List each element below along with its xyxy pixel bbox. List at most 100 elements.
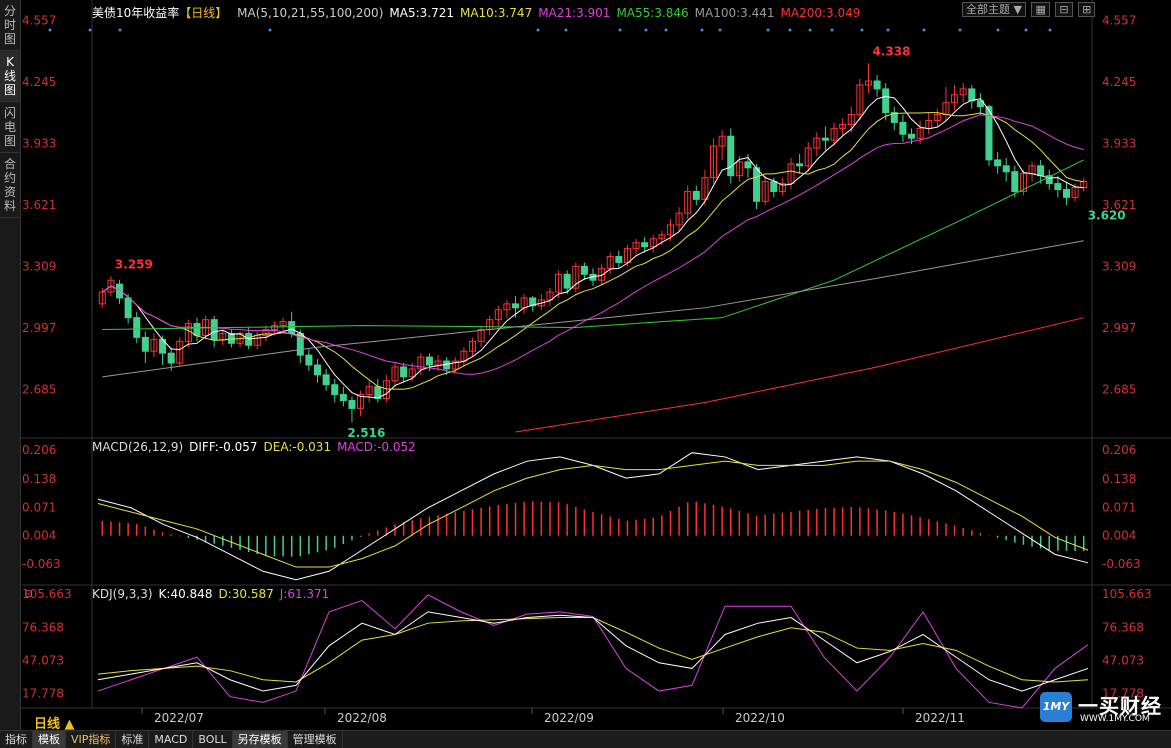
ma-line-ma55 xyxy=(102,159,1084,331)
event-marker xyxy=(808,28,812,32)
ma-legend-item: MA200:3.049 xyxy=(780,6,861,20)
ma-legend-item: MA21:3.901 xyxy=(538,6,611,20)
kdj-tick-right: 105.663 xyxy=(1102,587,1152,601)
price-tick-left: 2.997 xyxy=(22,321,56,335)
sidebar-tab-2[interactable]: 闪电图 xyxy=(0,102,20,153)
bottom-tab-6[interactable]: 另存模板 xyxy=(232,731,288,748)
event-marker xyxy=(958,28,962,32)
candle-body xyxy=(727,135,735,177)
price-tick-right: 4.245 xyxy=(1102,75,1136,89)
price-tick-right: 2.997 xyxy=(1102,321,1136,335)
minimize-icon[interactable]: ⊟ xyxy=(1055,2,1073,17)
candle-body xyxy=(899,121,907,135)
bottom-tab-5[interactable]: BOLL xyxy=(193,731,233,748)
candle-body xyxy=(1054,183,1062,190)
price-tick-left: 3.309 xyxy=(22,260,56,274)
ma-legend: 美债10年收益率【日线】 MA(5,10,21,55,100,200) MA5:3… xyxy=(92,4,872,21)
candle-body xyxy=(512,303,520,309)
candle-body xyxy=(314,364,322,376)
event-marker xyxy=(700,28,704,32)
candle-body xyxy=(770,181,778,192)
candle-body xyxy=(322,374,330,386)
event-marker xyxy=(788,28,792,32)
kdj-k: K:40.848 xyxy=(158,587,213,601)
instrument-title: 美债10年收益率 xyxy=(92,6,180,20)
candle-body xyxy=(210,319,218,340)
ma-line-ma200 xyxy=(515,317,1084,433)
event-marker xyxy=(88,28,92,32)
candle-body xyxy=(1002,165,1010,173)
candle-body xyxy=(994,159,1002,167)
candle-body xyxy=(305,354,313,366)
bottom-tab-4[interactable]: MACD xyxy=(149,731,194,748)
kdj-j-line xyxy=(97,594,1089,709)
ma-legend-item: MA100:3.441 xyxy=(694,6,775,20)
candle-body xyxy=(1037,165,1045,177)
ma-line-ma100 xyxy=(102,240,1084,378)
grid-icon[interactable]: ▦ xyxy=(1031,2,1050,17)
bottom-tab-3[interactable]: 标准 xyxy=(116,731,150,748)
event-marker xyxy=(996,28,1000,32)
candle-body xyxy=(908,133,916,139)
event-marker xyxy=(766,28,770,32)
candle-body xyxy=(882,88,890,114)
macd-tick-left: 0.138 xyxy=(22,472,56,486)
sidebar-tab-3[interactable]: 合约资料 xyxy=(0,153,20,218)
chart-canvas[interactable]: 4.557 4.5574.245 4.2453.933 3.9333.621 3.621… xyxy=(20,0,1171,730)
macd-legend: MACD(26,12,9) DIFF:-0.057 DEA:-0.031 MACD:-… xyxy=(92,440,422,454)
kdj-d-line xyxy=(97,617,1089,683)
event-marker xyxy=(536,28,540,32)
macd-tick-left: 0.206 xyxy=(22,443,56,457)
bottom-tab-1[interactable]: 模板 xyxy=(33,731,66,748)
event-marker xyxy=(1024,28,1028,32)
macd-tick-left: 0.004 xyxy=(22,529,56,543)
price-tick-right: 4.557 xyxy=(1102,13,1136,27)
candle-body xyxy=(133,317,141,338)
price-tick-left: 3.621 xyxy=(22,198,56,212)
candle-body xyxy=(331,384,339,396)
price-tick-left: 4.245 xyxy=(22,75,56,89)
candle-body xyxy=(116,283,124,299)
theme-select[interactable]: 全部主题 ▼ xyxy=(962,2,1026,17)
logo-mark-icon: 1MY xyxy=(1040,692,1072,722)
month-label: 2022/08 xyxy=(337,711,387,725)
kdj-legend: KDJ(9,3,3) K:40.848 D:30.587 J:61.371 xyxy=(92,587,335,601)
event-marker xyxy=(564,28,568,32)
month-label: 2022/07 xyxy=(154,711,204,725)
candle-body xyxy=(1011,171,1019,192)
event-marker xyxy=(48,28,52,32)
event-marker xyxy=(1048,28,1052,32)
bottom-tab-0[interactable]: 指标 xyxy=(0,731,33,748)
candle-body xyxy=(641,242,649,248)
event-marker xyxy=(664,28,668,32)
kdj-tick-right: 76.368 xyxy=(1102,620,1144,634)
sidebar-tab-0[interactable]: 分时图 xyxy=(0,0,20,51)
price-tick-left: 4.557 xyxy=(22,13,56,27)
price-annotation: 4.338 xyxy=(872,45,910,59)
ma-legend-item: MA55:3.846 xyxy=(616,6,689,20)
brand-logo: 1MY 一买财经 WWW.1MY.COM xyxy=(1040,690,1168,726)
bottom-tab-7[interactable]: 管理模板 xyxy=(288,731,343,748)
price-tick-left: 2.685 xyxy=(22,383,56,397)
event-marker xyxy=(860,28,864,32)
macd-value: MACD:-0.052 xyxy=(337,440,416,454)
candle-body xyxy=(339,394,347,402)
kdj-tick-right: 47.073 xyxy=(1102,653,1144,667)
kdj-k-line xyxy=(97,611,1089,692)
macd-tick-right: 0.138 xyxy=(1102,472,1136,486)
kdj-settings-icon[interactable]: ⊙ xyxy=(24,587,33,600)
maximize-icon[interactable]: ⊞ xyxy=(1078,2,1096,17)
sidebar-tab-1[interactable]: K线图 xyxy=(0,51,20,102)
price-annotation: 2.516 xyxy=(347,426,385,440)
ma-legend-item: MA5:3.721 xyxy=(389,6,454,20)
event-marker xyxy=(644,28,648,32)
month-label: 2022/11 xyxy=(915,711,965,725)
macd-tick-right: 0.206 xyxy=(1102,443,1136,457)
event-marker xyxy=(718,28,722,32)
period-tag: 【日线】 xyxy=(179,6,228,20)
price-tick-right: 3.309 xyxy=(1102,260,1136,274)
price-tick-left: 3.933 xyxy=(22,137,56,151)
bottom-tab-2[interactable]: VIP指标 xyxy=(66,731,117,748)
event-marker xyxy=(830,28,834,32)
price-annotation: 3.620 xyxy=(1088,208,1126,222)
